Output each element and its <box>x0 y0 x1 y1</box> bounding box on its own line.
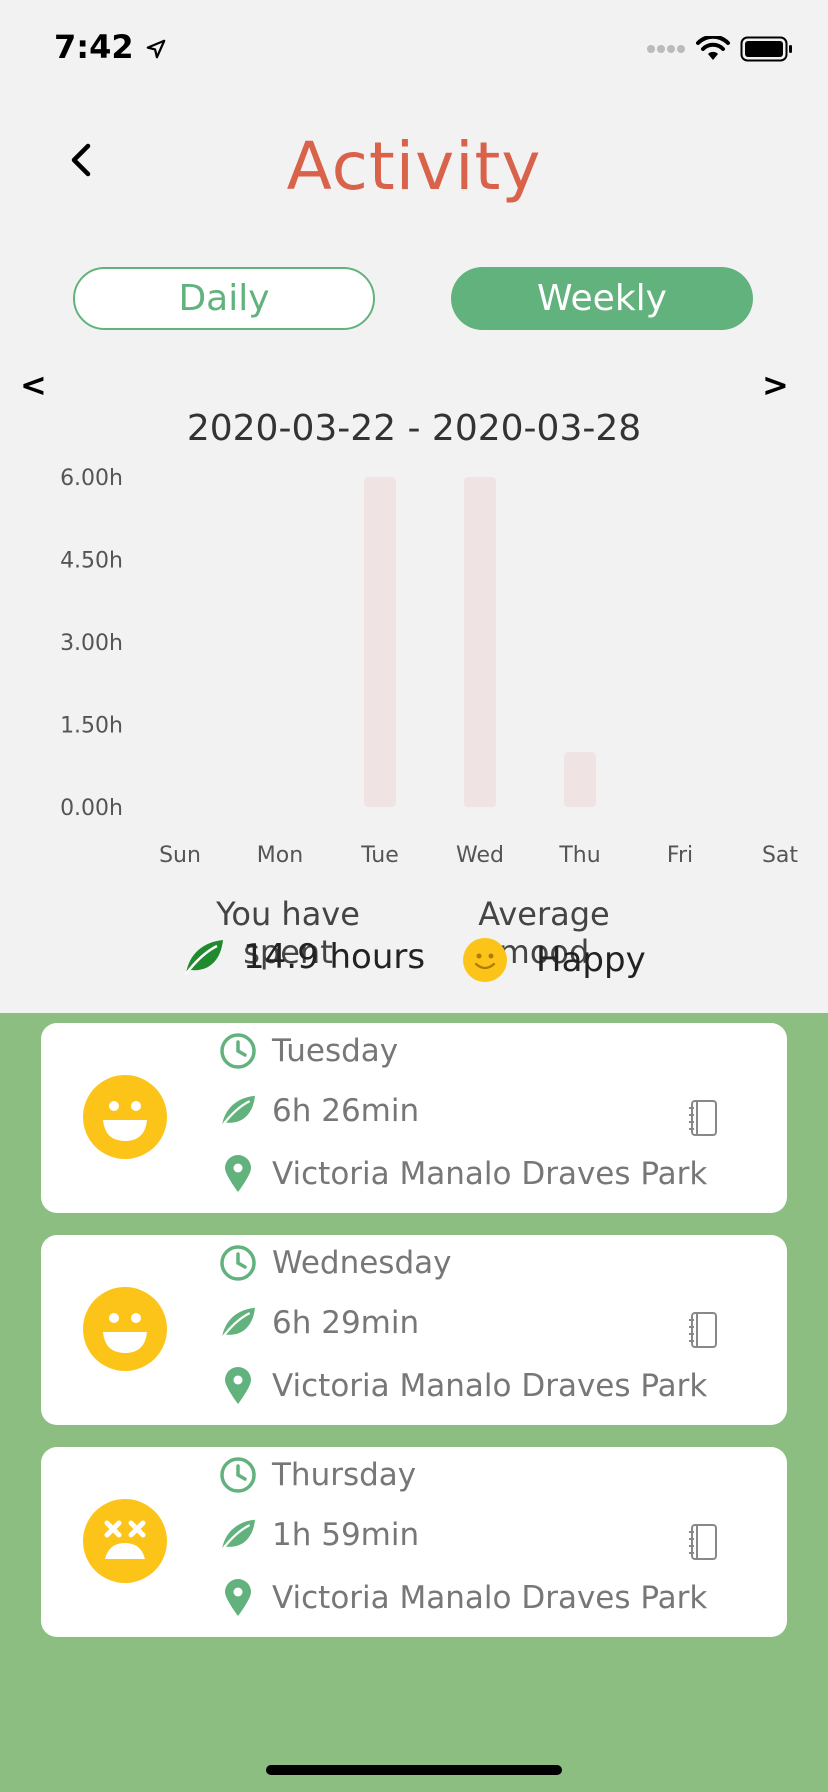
activity-location-row: Victoria Manalo Draves Park <box>218 1154 707 1194</box>
y-tick-label: 0.00h <box>60 796 123 821</box>
activity-duration-row: 1h 59min <box>218 1515 419 1555</box>
time-spent-summary: 14.9 hours <box>183 937 425 977</box>
bar-thu <box>564 752 596 807</box>
previous-week-button[interactable]: < <box>20 366 47 404</box>
activity-duration: 6h 26min <box>272 1093 420 1129</box>
location-arrow-icon <box>146 39 166 59</box>
tab-daily[interactable]: Daily <box>73 267 375 330</box>
x-tick-label: Fri <box>667 843 693 868</box>
x-tick-label: Sat <box>762 843 798 868</box>
activity-duration: 6h 29min <box>272 1305 420 1341</box>
activity-day-row: Tuesday <box>218 1031 398 1071</box>
activity-duration-row: 6h 26min <box>218 1091 419 1131</box>
x-tick-label: Mon <box>257 843 303 868</box>
map-pin-icon <box>225 1155 251 1192</box>
dizzy-face-icon <box>83 1499 167 1583</box>
weekly-activity-chart: 0.00h 1.50h 3.00h 4.50h 6.00h Sun Mon Tue Wed Th… <box>60 466 798 868</box>
activity-duration: 1h 59min <box>272 1517 420 1553</box>
activity-day: Thursday <box>272 1457 417 1493</box>
map-pin-icon <box>225 1579 251 1616</box>
average-mood-summary: Happy <box>462 937 646 983</box>
activity-duration-row: 6h 29min <box>218 1303 419 1343</box>
status-time: 7:42 <box>54 28 167 66</box>
x-tick-label: Sun <box>159 843 201 868</box>
bar-tue <box>364 477 396 807</box>
cellular-signal-icon <box>647 45 685 53</box>
bar-wed <box>464 477 496 807</box>
happy-face-icon <box>83 1287 167 1371</box>
activity-card-wednesday[interactable]: Wednesday 6h 29min Victoria Manalo Drave… <box>41 1235 787 1425</box>
y-tick-label: 4.50h <box>60 549 123 574</box>
x-tick-label: Thu <box>558 843 600 868</box>
journal-icon[interactable] <box>688 1523 718 1561</box>
clock-icon <box>220 1457 256 1493</box>
tab-weekly[interactable]: Weekly <box>451 267 753 330</box>
activity-day-row: Wednesday <box>218 1243 451 1283</box>
status-indicators <box>646 36 794 62</box>
activity-day: Tuesday <box>272 1033 399 1069</box>
activity-day-row: Thursday <box>218 1455 416 1495</box>
leaf-icon <box>221 1095 255 1127</box>
date-range: 2020-03-22 - 2020-03-28 <box>186 408 642 449</box>
x-tick-label: Tue <box>360 843 399 868</box>
y-tick-label: 6.00h <box>60 466 123 491</box>
page-title: Activity <box>286 128 542 205</box>
happy-face-icon <box>83 1075 167 1159</box>
y-tick-label: 1.50h <box>60 714 123 739</box>
leaf-icon <box>221 1519 255 1551</box>
clock-icon <box>220 1245 256 1281</box>
activity-location: Victoria Manalo Draves Park <box>272 1368 708 1404</box>
activity-location: Victoria Manalo Draves Park <box>272 1580 708 1616</box>
activity-location: Victoria Manalo Draves Park <box>272 1156 708 1192</box>
leaf-icon <box>221 1307 255 1339</box>
activity-card-thursday[interactable]: Thursday 1h 59min Victoria Manalo Draves… <box>41 1447 787 1637</box>
smiley-icon <box>463 938 507 982</box>
map-pin-icon <box>225 1367 251 1404</box>
activity-card-tuesday[interactable]: Tuesday 6h 26min Victoria Manalo Draves … <box>41 1023 787 1213</box>
clock-icon <box>220 1033 256 1069</box>
battery-icon <box>740 36 792 62</box>
journal-icon[interactable] <box>688 1311 718 1349</box>
activity-location-row: Victoria Manalo Draves Park <box>218 1578 707 1618</box>
leaf-icon <box>185 940 223 975</box>
journal-icon[interactable] <box>688 1099 718 1137</box>
time-spent-value: 14.9 hours <box>243 937 426 977</box>
activity-list: Tuesday 6h 26min Victoria Manalo Draves … <box>0 1013 828 1792</box>
next-week-button[interactable]: > <box>762 366 789 404</box>
x-tick-label: Wed <box>456 843 504 868</box>
activity-location-row: Victoria Manalo Draves Park <box>218 1366 707 1406</box>
average-mood-value: Happy <box>536 940 646 980</box>
wifi-icon <box>696 36 730 60</box>
home-indicator[interactable] <box>266 1765 562 1775</box>
y-tick-label: 3.00h <box>60 631 123 656</box>
activity-day: Wednesday <box>272 1245 452 1281</box>
